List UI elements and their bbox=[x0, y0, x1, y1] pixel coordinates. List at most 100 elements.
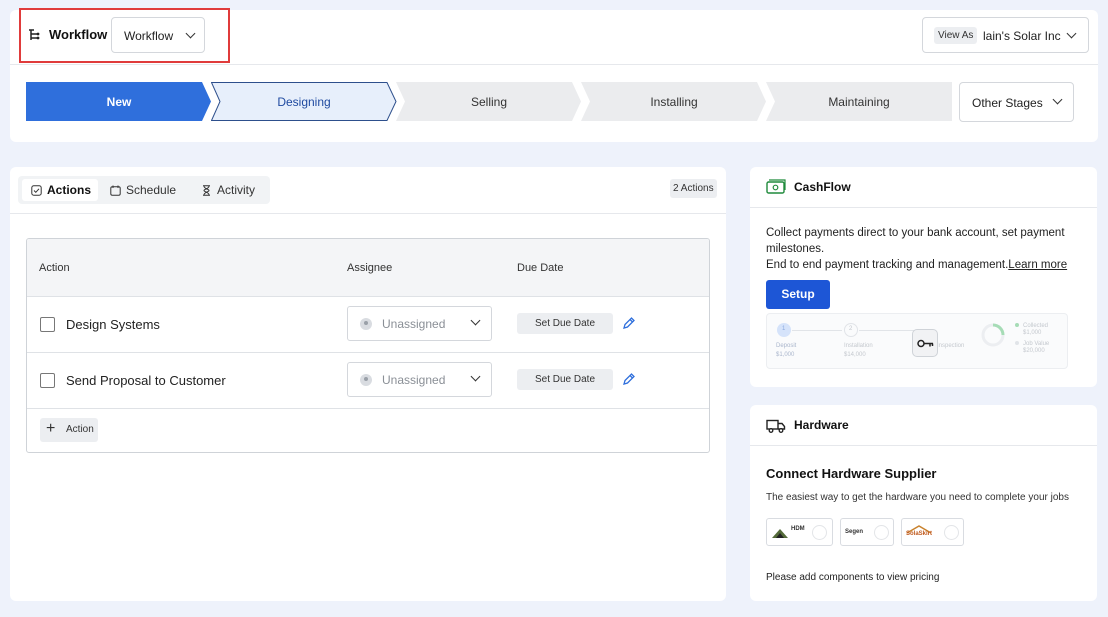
divider bbox=[750, 445, 1097, 446]
hardware-title: Hardware bbox=[794, 418, 849, 432]
divider bbox=[10, 213, 726, 214]
stage-installing[interactable]: Installing bbox=[581, 82, 767, 121]
action-name: Design Systems bbox=[66, 317, 160, 332]
tab-actions[interactable]: Actions bbox=[22, 179, 98, 201]
step-line bbox=[859, 330, 919, 331]
plus-icon: + bbox=[46, 420, 56, 437]
supplier-logo: HDM bbox=[791, 526, 805, 532]
cashflow-description: Collect payments direct to your bank acc… bbox=[766, 225, 1086, 273]
legend-label: Job Value bbox=[1023, 341, 1050, 347]
column-header-due-date: Due Date bbox=[517, 262, 564, 274]
set-due-date-button[interactable]: Set Due Date bbox=[517, 313, 613, 334]
actions-card: Actions Schedule Activity 2 Actions Acti… bbox=[10, 167, 726, 601]
cashflow-card: CashFlow Collect payments direct to your… bbox=[750, 167, 1097, 387]
supplier-hdm[interactable]: HDM bbox=[766, 518, 833, 546]
chevron-down-icon bbox=[185, 28, 196, 39]
step-line bbox=[792, 330, 842, 331]
truck-icon bbox=[766, 419, 786, 433]
assignee-value: Unassigned bbox=[382, 373, 446, 387]
divider bbox=[750, 207, 1097, 208]
workflow-select[interactable]: Workflow bbox=[111, 17, 205, 53]
chevron-down-icon bbox=[1052, 94, 1063, 105]
stage-label: Designing bbox=[277, 94, 331, 109]
view-as-label: View As bbox=[934, 27, 978, 44]
cashflow-title: CashFlow bbox=[794, 180, 851, 194]
hardware-subtitle: The easiest way to get the hardware you … bbox=[766, 492, 1069, 503]
chevron-down-icon bbox=[470, 315, 481, 326]
stage-label: Maintaining bbox=[828, 94, 890, 109]
key-icon bbox=[917, 339, 934, 348]
link-icon bbox=[874, 525, 889, 540]
legend-label: Collected bbox=[1023, 323, 1049, 329]
avatar bbox=[360, 374, 372, 386]
table-row: Send Proposal to Customer Unassigned Set… bbox=[27, 353, 709, 409]
cashflow-text-2: End to end payment tracking and manageme… bbox=[766, 259, 1009, 271]
step-label: Installation bbox=[844, 343, 873, 349]
other-stages-label: Other Stages bbox=[972, 96, 1043, 110]
pencil-icon[interactable] bbox=[622, 316, 636, 330]
actions-table: Action Assignee Due Date Design Systems … bbox=[26, 238, 710, 453]
key-badge bbox=[912, 329, 938, 357]
stage-new[interactable]: New bbox=[26, 82, 212, 121]
divider bbox=[10, 64, 1098, 65]
column-header-assignee: Assignee bbox=[347, 262, 393, 274]
avatar bbox=[360, 318, 372, 330]
calendar-icon bbox=[110, 185, 121, 196]
assignee-select[interactable]: Unassigned bbox=[347, 362, 492, 397]
stage-label: New bbox=[106, 94, 132, 109]
supplier-logo: Segen bbox=[845, 529, 864, 535]
hourglass-icon bbox=[203, 184, 210, 196]
stage-label: Selling bbox=[470, 94, 508, 109]
step-number: 1 bbox=[782, 326, 786, 332]
workflow-header-card: Workflow Workflow View As lain's Solar I… bbox=[10, 8, 1098, 142]
action-checkbox[interactable] bbox=[40, 317, 55, 332]
step-amount: $14,000 bbox=[844, 352, 866, 358]
legend-dot bbox=[1015, 341, 1019, 345]
tab-activity[interactable]: Activity bbox=[201, 179, 255, 201]
workflow-select-value: Workflow bbox=[124, 29, 174, 43]
view-as-select[interactable]: View As lain's Solar Inc bbox=[922, 17, 1089, 53]
tab-label: Schedule bbox=[126, 183, 177, 197]
assignee-select[interactable]: Unassigned bbox=[347, 306, 492, 341]
checkbox-icon bbox=[31, 184, 42, 196]
step-label: Inspection bbox=[937, 343, 965, 349]
set-due-date-button[interactable]: Set Due Date bbox=[517, 369, 613, 390]
workflow-tree-icon bbox=[29, 29, 40, 40]
step-amount: $1,000 bbox=[776, 352, 795, 358]
setup-button[interactable]: Setup bbox=[766, 280, 830, 309]
add-action-button[interactable]: + Action bbox=[40, 418, 98, 442]
tab-label: Actions bbox=[47, 183, 92, 197]
action-checkbox[interactable] bbox=[40, 373, 55, 388]
chevron-down-icon bbox=[470, 371, 481, 382]
supplier-solaskirt[interactable]: SolaSkirt bbox=[901, 518, 964, 546]
chevron-down-icon bbox=[1066, 28, 1077, 39]
learn-more-link[interactable]: Learn more bbox=[1008, 259, 1067, 271]
step-number: 2 bbox=[849, 326, 853, 332]
supplier-segen[interactable]: Segen bbox=[840, 518, 894, 546]
hdm-logo-icon bbox=[772, 529, 788, 538]
pencil-icon[interactable] bbox=[622, 372, 636, 386]
table-header: Action Assignee Due Date bbox=[27, 239, 709, 297]
legend-amount: $1,000 bbox=[1023, 330, 1042, 336]
progress-ring-icon bbox=[981, 323, 1005, 347]
other-stages-select[interactable]: Other Stages bbox=[959, 82, 1074, 122]
tab-label: Activity bbox=[217, 183, 256, 197]
hardware-card: Hardware Connect Hardware Supplier The e… bbox=[750, 405, 1097, 601]
column-header-action: Action bbox=[39, 262, 70, 274]
cashflow-preview: 1 2 Deposit $1,000 Installation $14,000 … bbox=[766, 313, 1068, 369]
link-icon bbox=[812, 525, 827, 540]
step-label: Deposit bbox=[776, 343, 797, 349]
table-row: Design Systems Unassigned Set Due Date bbox=[27, 297, 709, 353]
cashflow-text: Collect payments direct to your bank acc… bbox=[766, 227, 1065, 255]
stage-designing[interactable]: Designing bbox=[211, 82, 397, 121]
assignee-value: Unassigned bbox=[382, 317, 446, 331]
tab-schedule[interactable]: Schedule bbox=[110, 179, 176, 201]
view-as-value: lain's Solar Inc bbox=[983, 29, 1061, 43]
hardware-note: Please add components to view pricing bbox=[766, 572, 940, 583]
stage-selling[interactable]: Selling bbox=[396, 82, 582, 121]
page-title: Workflow bbox=[49, 27, 108, 42]
action-name: Send Proposal to Customer bbox=[66, 373, 226, 388]
supplier-logo: SolaSkirt bbox=[906, 531, 933, 537]
actions-count-badge: 2 Actions bbox=[670, 179, 717, 198]
stage-maintaining[interactable]: Maintaining bbox=[766, 82, 952, 121]
